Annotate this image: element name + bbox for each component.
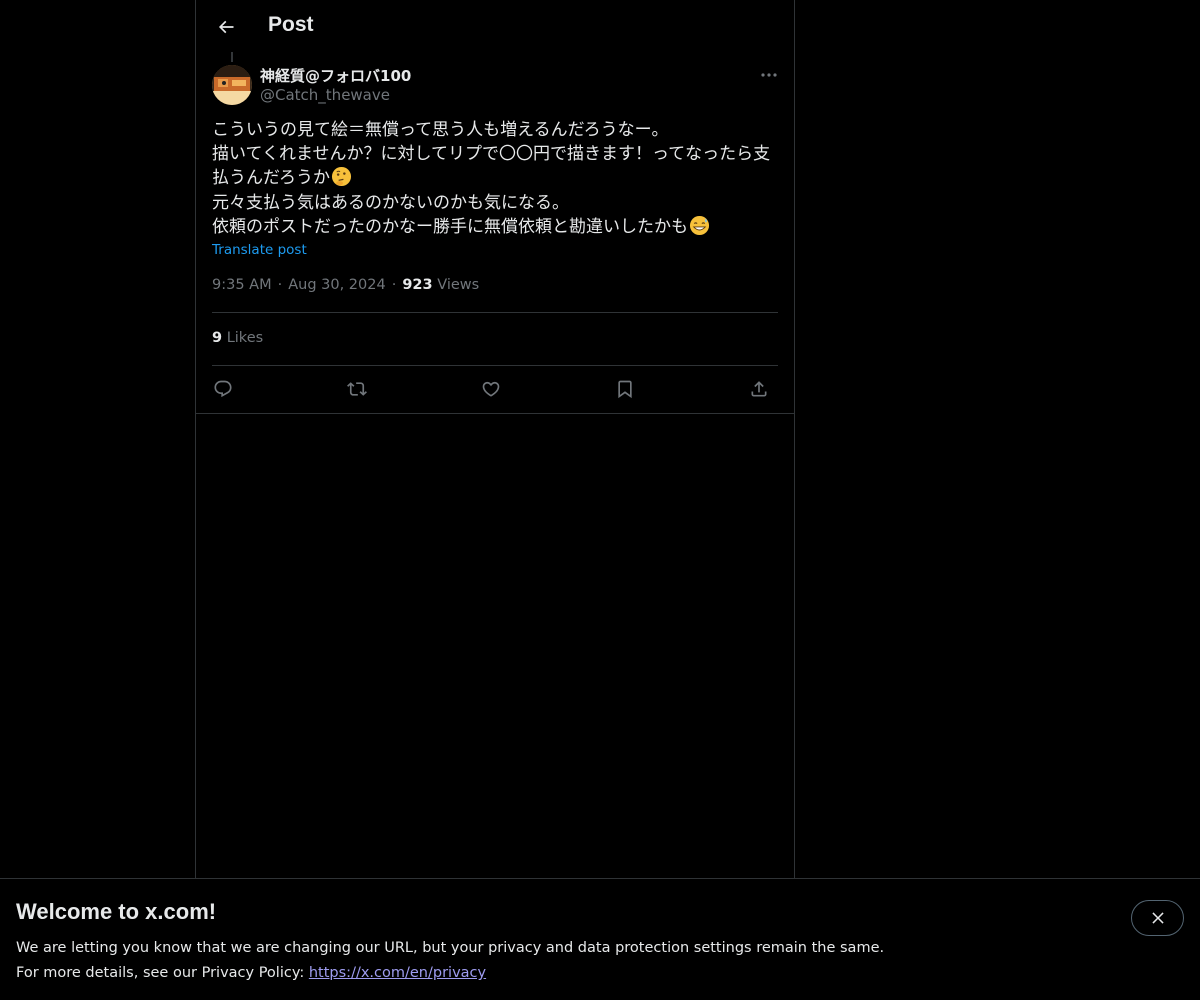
views-label: Views — [437, 277, 480, 293]
post-line: 払うんだろうか — [212, 166, 780, 190]
separator-dot: · — [277, 277, 283, 293]
divider — [212, 365, 778, 366]
bookmark-button[interactable] — [610, 374, 640, 404]
repost-button[interactable] — [342, 374, 372, 404]
post-text: こういうの見て絵＝無償って思う人も増えるんだろうなー。 描いてくれませんか？に対… — [212, 118, 780, 239]
privacy-policy-link[interactable]: https://x.com/en/privacy — [309, 965, 486, 981]
likes-label: Likes — [226, 330, 264, 346]
back-button[interactable] — [210, 11, 242, 43]
avatar-image — [212, 65, 252, 105]
post-header: Post — [196, 0, 794, 54]
banner-close-button[interactable] — [1131, 900, 1184, 936]
post-line-text: 依頼のポストだったのかなー勝手に無償依頼と勘違いしたかも — [212, 216, 688, 237]
post-actions-bar — [212, 374, 780, 404]
banner-text: We are letting you know that we are chan… — [16, 936, 884, 986]
post-metadata: 9:35 AM · Aug 30, 2024 · 923 Views — [212, 277, 479, 293]
banner-line-prefix: For more details, see our Privacy Policy… — [16, 965, 309, 981]
banner-title: Welcome to x.com! — [16, 899, 217, 924]
separator-dot: · — [391, 277, 397, 293]
close-icon — [1151, 912, 1164, 924]
author-name[interactable]: 神経質@フォロバ100 — [260, 65, 411, 86]
share-button[interactable] — [744, 374, 774, 404]
translate-post-link[interactable]: Translate post — [212, 242, 307, 258]
more-dots-icon — [761, 73, 777, 77]
post-line: こういうの見て絵＝無償って思う人も増えるんだろうなー。 — [212, 120, 669, 140]
repost-icon — [347, 382, 367, 396]
likes-summary[interactable]: 9 Likes — [212, 330, 263, 346]
post-line: 描いてくれませんか？に対してリプで〇〇円で描きます！ってなったら支 — [212, 144, 771, 165]
thread-connector-line — [231, 52, 233, 62]
divider — [196, 413, 794, 414]
post-date[interactable]: Aug 30, 2024 — [288, 277, 386, 293]
like-button[interactable] — [476, 374, 506, 404]
views-count: 923 — [402, 277, 433, 293]
post-line: 元々支払う気はあるのかないのかも気になる。 — [212, 192, 569, 213]
post-line: 依頼のポストだったのかなー勝手に無償依頼と勘違いしたかも — [212, 215, 780, 239]
grinning-sweat-emoji — [689, 215, 710, 236]
back-arrow-icon — [218, 20, 234, 34]
like-icon — [482, 381, 500, 397]
url-change-banner: Welcome to x.com! We are letting you kno… — [0, 878, 1200, 1000]
author-handle[interactable]: @Catch_thewave — [260, 86, 390, 104]
more-options-button[interactable] — [754, 64, 784, 86]
divider — [212, 312, 778, 313]
post-column: Post 神経質@フォロバ100 @Catch_thewave こういうの見て絵… — [195, 0, 795, 880]
avatar[interactable] — [212, 65, 252, 105]
reply-button[interactable] — [208, 374, 238, 404]
post-line-text: 払うんだろうか — [212, 168, 330, 189]
page-title: Post — [268, 13, 314, 36]
post-time[interactable]: 9:35 AM — [212, 277, 272, 293]
share-icon — [751, 381, 767, 397]
banner-line: We are letting you know that we are chan… — [16, 940, 885, 956]
banner-line: For more details, see our Privacy Policy… — [16, 961, 884, 986]
bookmark-icon — [618, 380, 632, 399]
reply-icon — [214, 380, 232, 398]
thinking-face-emoji — [331, 166, 352, 187]
likes-count: 9 — [212, 330, 223, 346]
